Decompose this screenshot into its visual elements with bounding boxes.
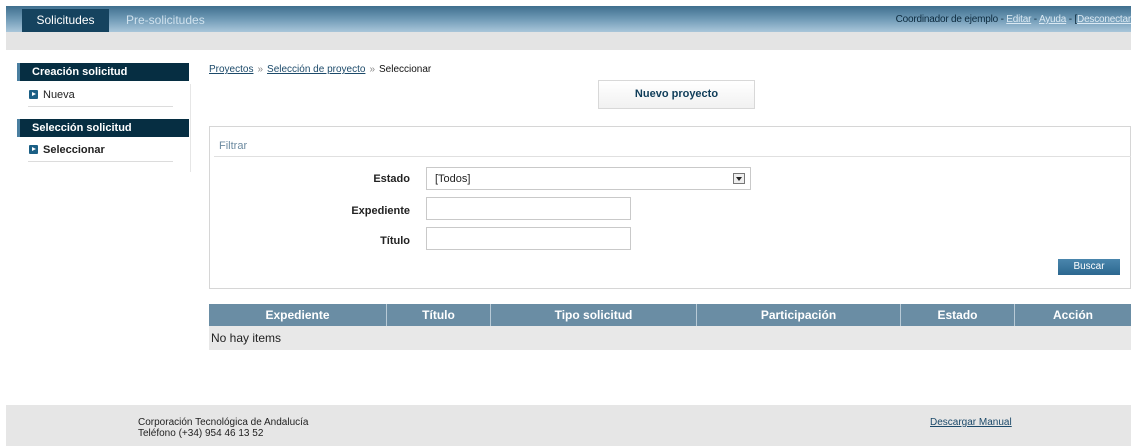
footer-contact: Corporación Tecnológica de Andalucía Tel…: [138, 417, 309, 439]
download-manual-link[interactable]: Descargar Manual: [930, 417, 1012, 428]
empty-message: No hay items: [211, 331, 282, 345]
search-button[interactable]: Buscar: [1058, 259, 1120, 275]
sub-bar: [6, 32, 1131, 50]
new-project-button[interactable]: Nuevo proyecto: [598, 80, 755, 109]
table-empty-row: No hay items: [209, 326, 1131, 350]
table-header: Expediente Título Tipo solicitud Partici…: [209, 304, 1131, 326]
column-header[interactable]: Acción: [1015, 304, 1131, 326]
filter-panel: Filtrar Estado [Todos] Expediente Título…: [209, 126, 1131, 289]
breadcrumb-separator: »: [257, 64, 264, 75]
user-bar: Coordinador de ejemplo - Editar - Ayuda …: [896, 14, 1131, 25]
separator: -: [1031, 14, 1039, 25]
sidebar-divider: [190, 84, 191, 172]
footer-phone: Teléfono (+34) 954 46 13 52: [138, 428, 264, 439]
breadcrumb: Proyectos» Selección de proyecto» Seleccio…: [209, 64, 431, 75]
tab-solicitudes[interactable]: Solicitudes: [22, 9, 109, 32]
column-header[interactable]: Título: [387, 304, 491, 326]
arrow-bullet-icon: [29, 90, 38, 99]
tab-pre-solicitudes[interactable]: Pre-solicitudes: [126, 9, 205, 32]
titulo-label: Título: [380, 235, 410, 247]
sidebar-section-creacion: Creación solicitud: [17, 63, 189, 81]
expediente-input[interactable]: [426, 197, 631, 220]
sidebar-item-nueva[interactable]: Nueva: [28, 87, 173, 107]
column-header[interactable]: Estado: [901, 304, 1015, 326]
filter-title: Filtrar: [219, 140, 248, 152]
sidebar-item-label: Nueva: [43, 89, 75, 101]
divider: [214, 156, 1131, 157]
footer-org: Corporación Tecnológica de Andalucía: [138, 417, 309, 428]
breadcrumb-proyectos[interactable]: Proyectos: [209, 64, 253, 75]
estado-label: Estado: [373, 173, 410, 185]
logout-link[interactable]: Desconectar: [1077, 14, 1131, 25]
user-name: Coordinador de ejemplo: [895, 14, 999, 25]
column-header[interactable]: Tipo solicitud: [491, 304, 697, 326]
breadcrumb-current: Seleccionar: [379, 64, 432, 75]
sidebar-item-label: Seleccionar: [43, 144, 105, 156]
top-nav-bar: Solicitudes Pre-solicitudes Coordinador …: [6, 6, 1131, 32]
arrow-bullet-icon: [29, 145, 38, 154]
column-header[interactable]: Participación: [697, 304, 901, 326]
edit-link[interactable]: Editar: [1006, 14, 1031, 25]
breadcrumb-separator: »: [369, 64, 375, 75]
sidebar-item-seleccionar[interactable]: Seleccionar: [28, 142, 173, 162]
chevron-down-icon[interactable]: [733, 173, 745, 184]
estado-select[interactable]: [Todos]: [426, 167, 751, 190]
expediente-label: Expediente: [351, 205, 410, 217]
page: Solicitudes Pre-solicitudes Coordinador …: [0, 0, 1131, 446]
estado-selected-value: [Todos]: [435, 173, 471, 185]
breadcrumb-seleccion-proyecto[interactable]: Selección de proyecto: [267, 64, 365, 75]
sidebar-section-seleccion: Selección solicitud: [17, 119, 189, 137]
help-link[interactable]: Ayuda: [1039, 14, 1066, 25]
column-header[interactable]: Expediente: [209, 304, 387, 326]
footer: Corporación Tecnológica de Andalucía Tel…: [6, 405, 1131, 446]
titulo-input[interactable]: [426, 227, 631, 250]
